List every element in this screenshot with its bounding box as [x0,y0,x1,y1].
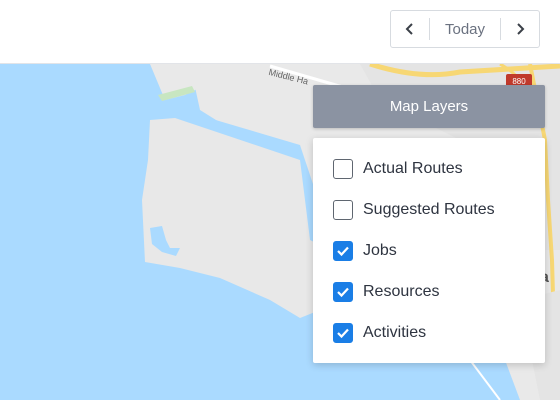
map-layers-panel: Actual Routes Suggested Routes Jobs Reso… [313,138,545,363]
next-day-button[interactable] [501,11,539,47]
chevron-left-icon [405,23,413,35]
checkmark-icon [337,328,349,338]
layer-activities[interactable]: Activities [313,312,545,353]
date-navigator: Today [390,10,540,48]
checkbox[interactable] [333,199,353,220]
layer-resources[interactable]: Resources [313,271,545,312]
layer-jobs[interactable]: Jobs [313,230,545,271]
checkbox[interactable] [333,322,353,343]
top-toolbar: Today [0,0,560,64]
checkmark-icon [337,287,349,297]
layer-actual-routes[interactable]: Actual Routes [313,148,545,189]
layer-label: Suggested Routes [363,200,495,218]
checkbox[interactable] [333,158,353,179]
map-layers-toggle[interactable]: Map Layers [313,85,545,128]
layer-label: Resources [363,282,440,300]
previous-day-button[interactable] [391,11,429,47]
checkbox[interactable] [333,281,353,302]
chevron-right-icon [517,23,525,35]
layer-label: Actual Routes [363,159,463,177]
layer-label: Activities [363,323,427,341]
today-button[interactable]: Today [430,11,500,47]
checkmark-icon [337,246,349,256]
layer-label: Jobs [363,241,397,259]
checkbox[interactable] [333,240,353,261]
layer-suggested-routes[interactable]: Suggested Routes [313,189,545,230]
